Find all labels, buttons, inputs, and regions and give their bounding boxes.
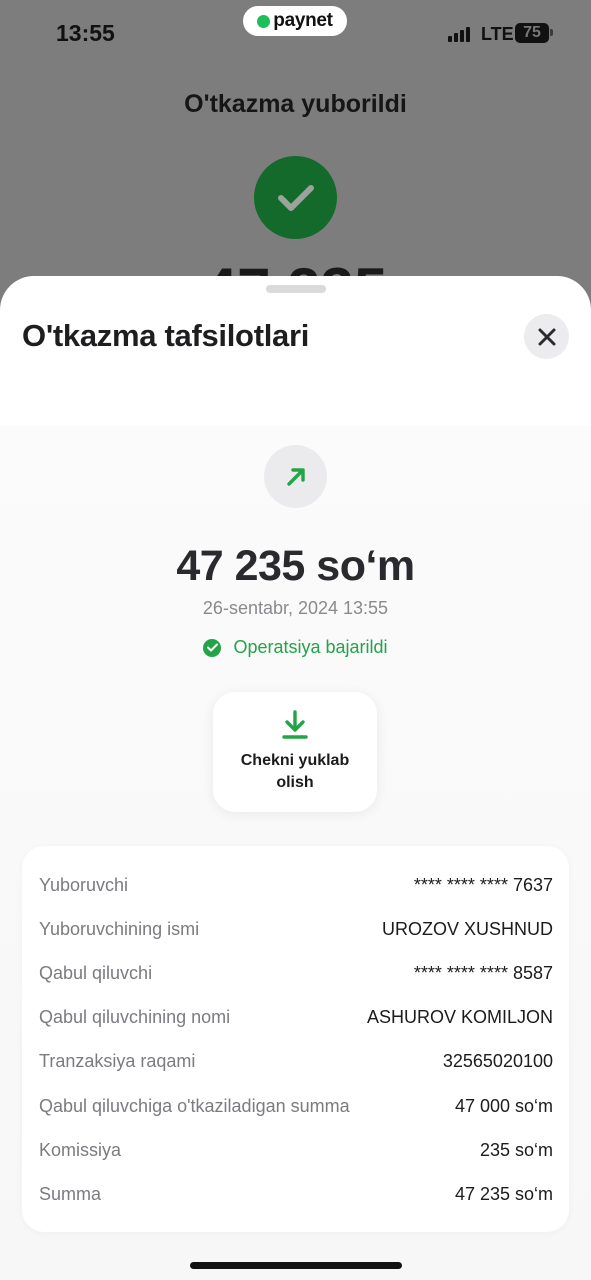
- signal-icon: [448, 26, 470, 42]
- transfer-date: 26-sentabr, 2024 13:55: [202, 598, 389, 618]
- download-receipt-button[interactable]: Chekni yuklab olish: [213, 692, 377, 812]
- detail-row-recipient-card: Qabul qiluvchi **** **** **** 8587: [39, 961, 553, 985]
- check-icon: [203, 638, 222, 657]
- arrow-up-right-icon: [286, 467, 305, 486]
- home-indicator[interactable]: [190, 1262, 402, 1269]
- detail-label: Qabul qiluvchining nomi: [39, 1006, 231, 1027]
- detail-value: ASHUROV KOMILJON: [366, 1006, 553, 1027]
- detail-label: Yuboruvchining ismi: [39, 918, 200, 939]
- status-text: Operatsiya bajarildi: [233, 637, 388, 657]
- battery-icon: 75: [515, 23, 549, 43]
- detail-row-transaction-id: Tranzaksiya raqami 32565020100: [39, 1049, 553, 1073]
- detail-value: **** **** **** 7637: [413, 874, 553, 895]
- status-badge: Operatsiya bajarildi: [0, 637, 591, 658]
- detail-value: 47 235 so‘m: [454, 1183, 553, 1204]
- close-icon: [538, 328, 555, 345]
- detail-label: Komissiya: [39, 1139, 122, 1160]
- background-title: O'tkazma yuborildi: [184, 90, 407, 118]
- detail-value: 32565020100: [442, 1050, 553, 1071]
- sheet-grabber[interactable]: [266, 285, 326, 293]
- detail-label: Qabul qiluvchi: [39, 962, 153, 983]
- detail-row-sender-card: Yuboruvchi **** **** **** 7637: [39, 873, 553, 897]
- download-receipt-label: Chekni yuklab olish: [240, 752, 350, 791]
- close-button[interactable]: [524, 314, 569, 359]
- brand-name: paynet: [273, 10, 333, 31]
- transfer-amount: 47 235 so‘m: [176, 542, 415, 590]
- details-card: Yuboruvchi **** **** **** 7637 Yuboruvch…: [22, 846, 569, 1232]
- detail-label: Tranzaksiya raqami: [39, 1050, 196, 1071]
- transfer-details-sheet: O'tkazma tafsilotlari 47 235 so‘m 26-sen…: [0, 276, 591, 1280]
- detail-value: 47 000 so‘m: [454, 1095, 553, 1116]
- outgoing-transfer-badge: [264, 445, 327, 508]
- detail-label: Summa: [39, 1183, 102, 1204]
- detail-row-sender-name: Yuboruvchining ismi UROZOV XUSHNUD: [39, 917, 553, 941]
- brand-pill: paynet: [243, 6, 347, 36]
- detail-value: **** **** **** 8587: [413, 962, 553, 983]
- detail-row-recipient-name: Qabul qiluvchining nomi ASHUROV KOMILJON: [39, 1005, 553, 1029]
- detail-row-commission: Komissiya 235 so‘m: [39, 1138, 553, 1162]
- detail-label: Qabul qiluvchiga o'tkaziladigan summa: [39, 1095, 350, 1116]
- background-screen: 13:55 paynet LTE 75 O'tkazma yuborildi 4…: [0, 0, 591, 323]
- detail-label: Yuboruvchi: [39, 874, 129, 895]
- status-time: 13:55: [56, 20, 115, 46]
- detail-value: 235 so‘m: [479, 1139, 553, 1160]
- sheet-title: O'tkazma tafsilotlari: [22, 318, 310, 353]
- download-icon: [282, 710, 308, 739]
- success-check-icon: [254, 156, 337, 239]
- detail-row-received-amount: Qabul qiluvchiga o'tkaziladigan summa 47…: [39, 1094, 553, 1118]
- detail-value: UROZOV XUSHNUD: [381, 918, 553, 939]
- network-type: LTE: [481, 24, 514, 44]
- detail-row-total: Summa 47 235 so‘m: [39, 1182, 553, 1206]
- status-bar: 13:55 paynet LTE 75: [0, 0, 591, 68]
- brand-dot-icon: [257, 14, 271, 28]
- battery-nub: [550, 29, 553, 36]
